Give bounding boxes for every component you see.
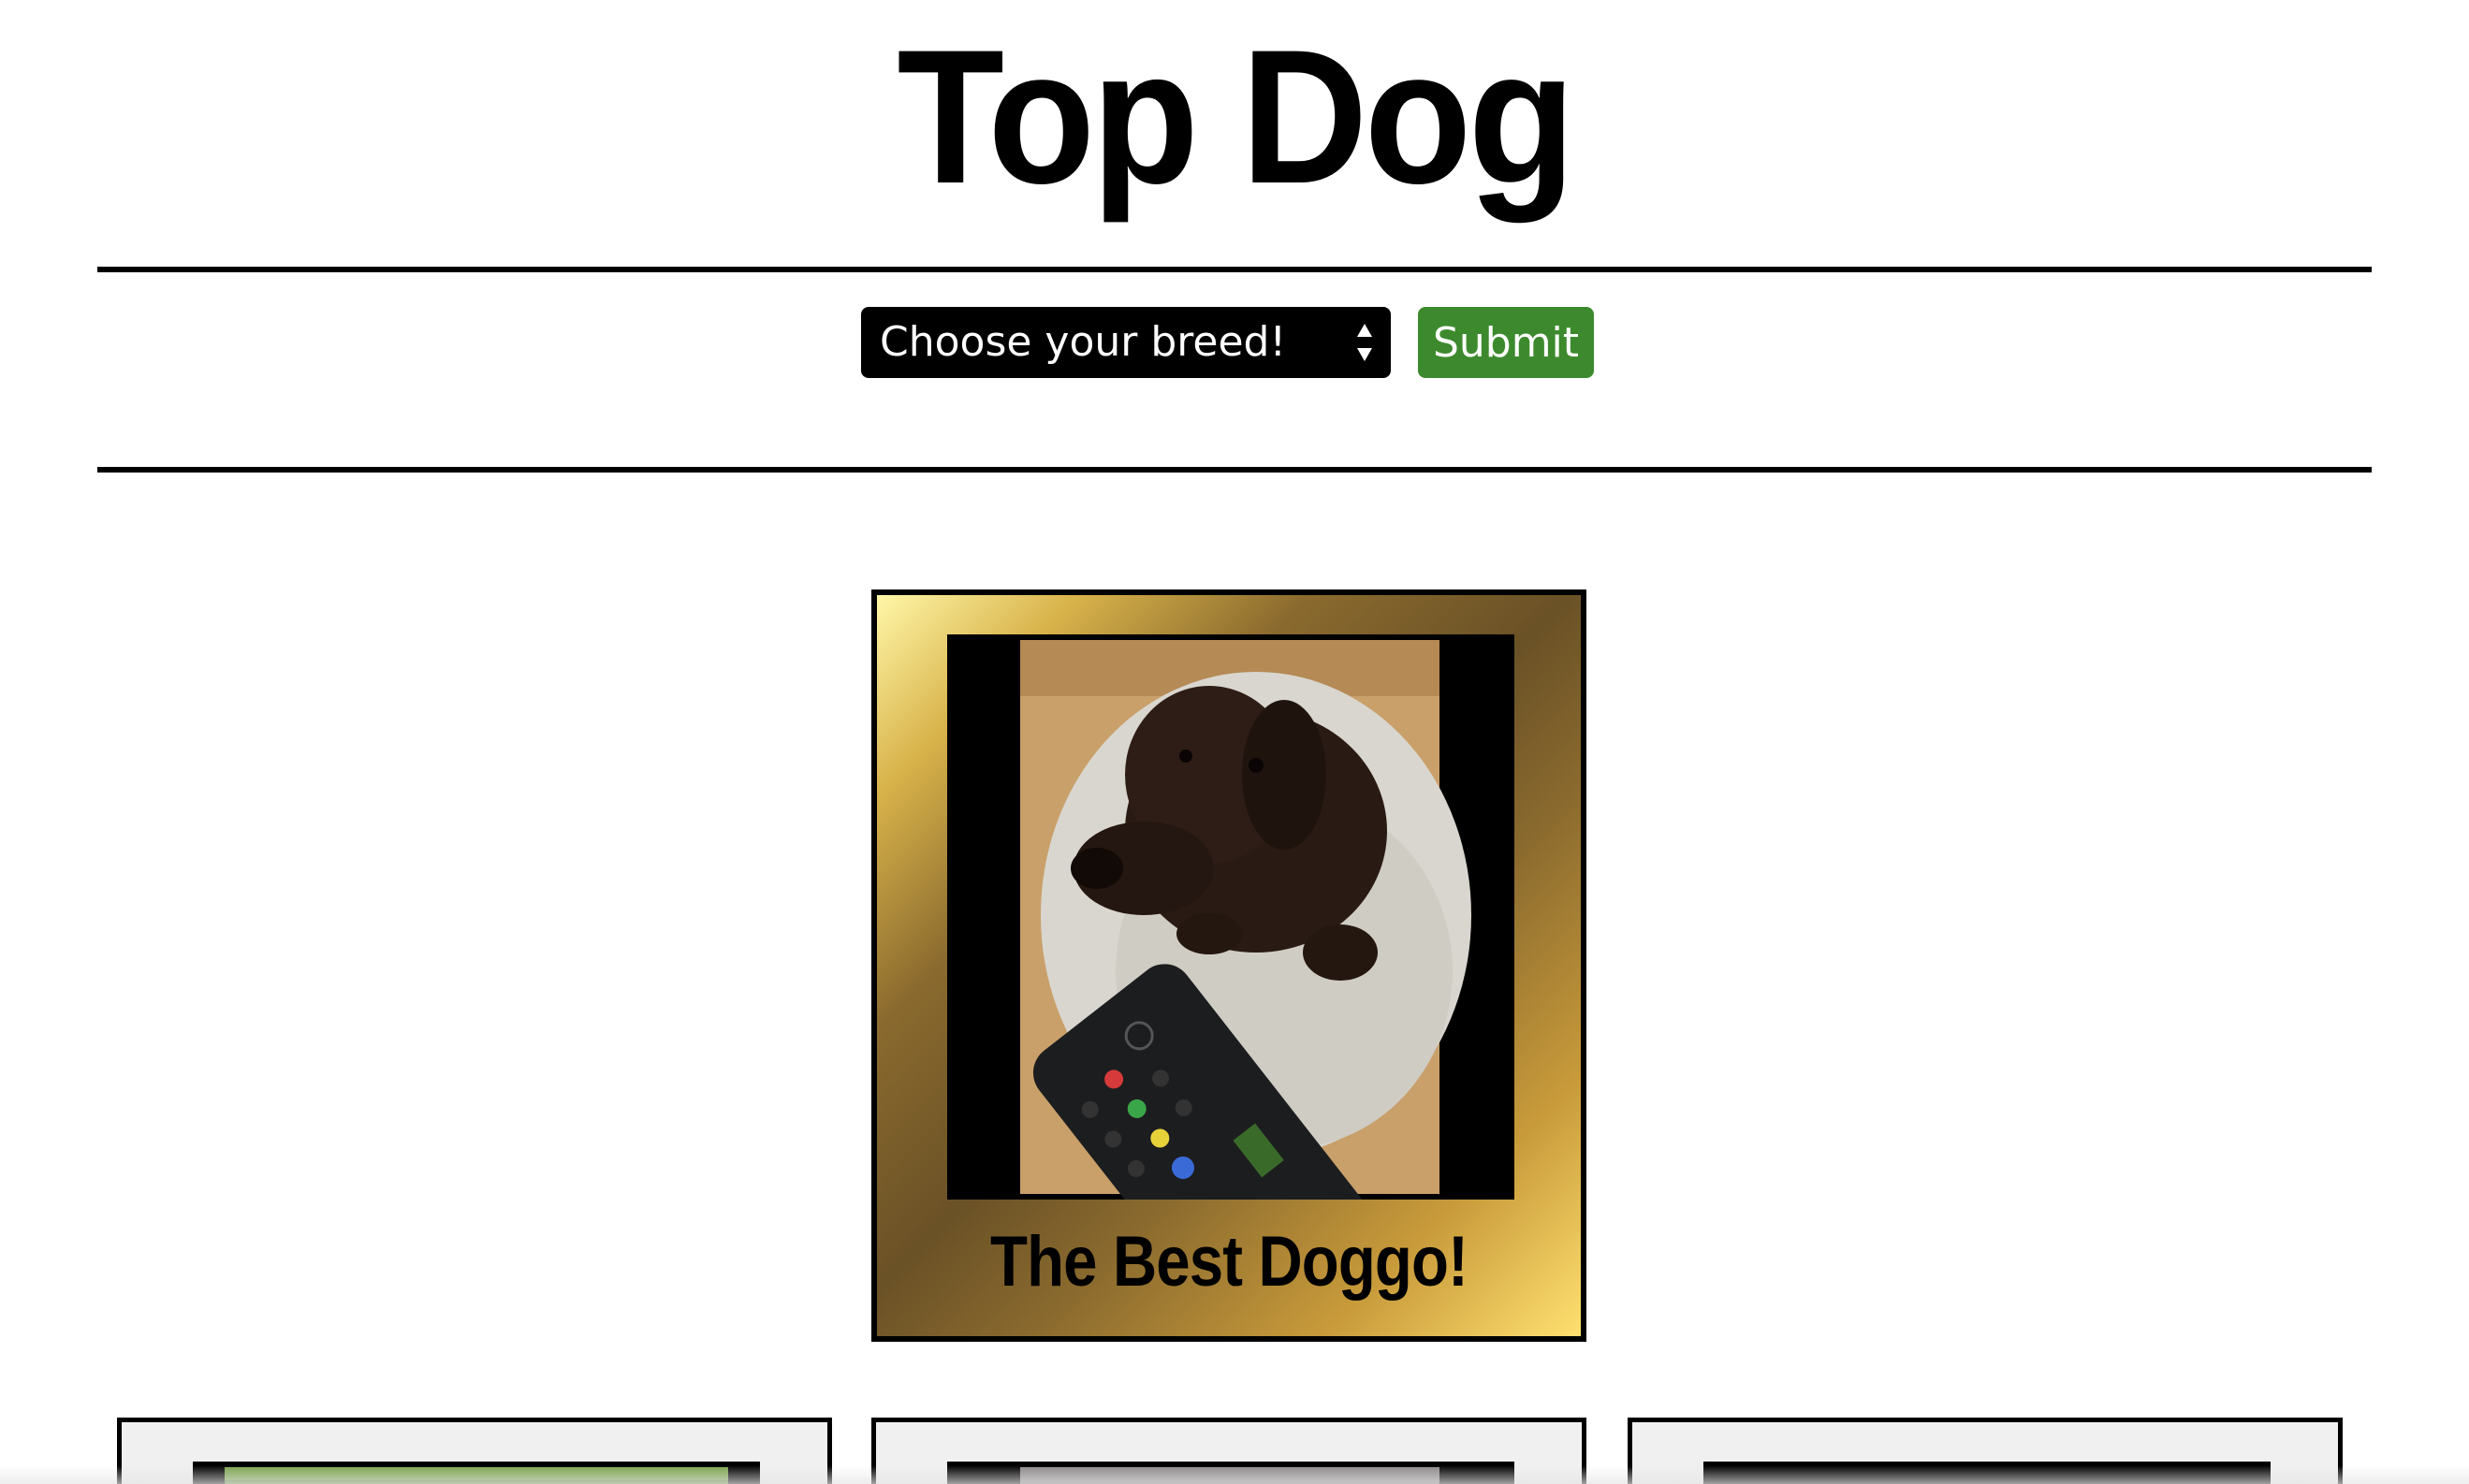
breed-select[interactable]: Choose your breed! [861, 307, 1391, 378]
gallery-card[interactable] [117, 1418, 832, 1484]
divider-top [97, 267, 2372, 272]
submit-button[interactable]: Submit [1418, 307, 1594, 378]
divider-bottom [97, 467, 2372, 473]
featured-dog-photo [947, 634, 1514, 1200]
select-arrows-icon [1357, 324, 1372, 361]
dog-photo [193, 1462, 760, 1484]
featured-dog-card[interactable]: The Best Doggo! [871, 589, 1586, 1342]
breed-select-value: Choose your breed! [880, 318, 1287, 366]
dog-photo [947, 1462, 1514, 1484]
gallery-card[interactable] [871, 1418, 1586, 1484]
page-title: Top Dog [897, 10, 1575, 224]
gallery-card[interactable] [1628, 1418, 2343, 1484]
dog-photo [1703, 1462, 2271, 1484]
page: Top Dog Choose your breed! Submit The Be… [0, 0, 2469, 1484]
featured-dog-caption: The Best Doggo! [990, 1222, 1468, 1302]
